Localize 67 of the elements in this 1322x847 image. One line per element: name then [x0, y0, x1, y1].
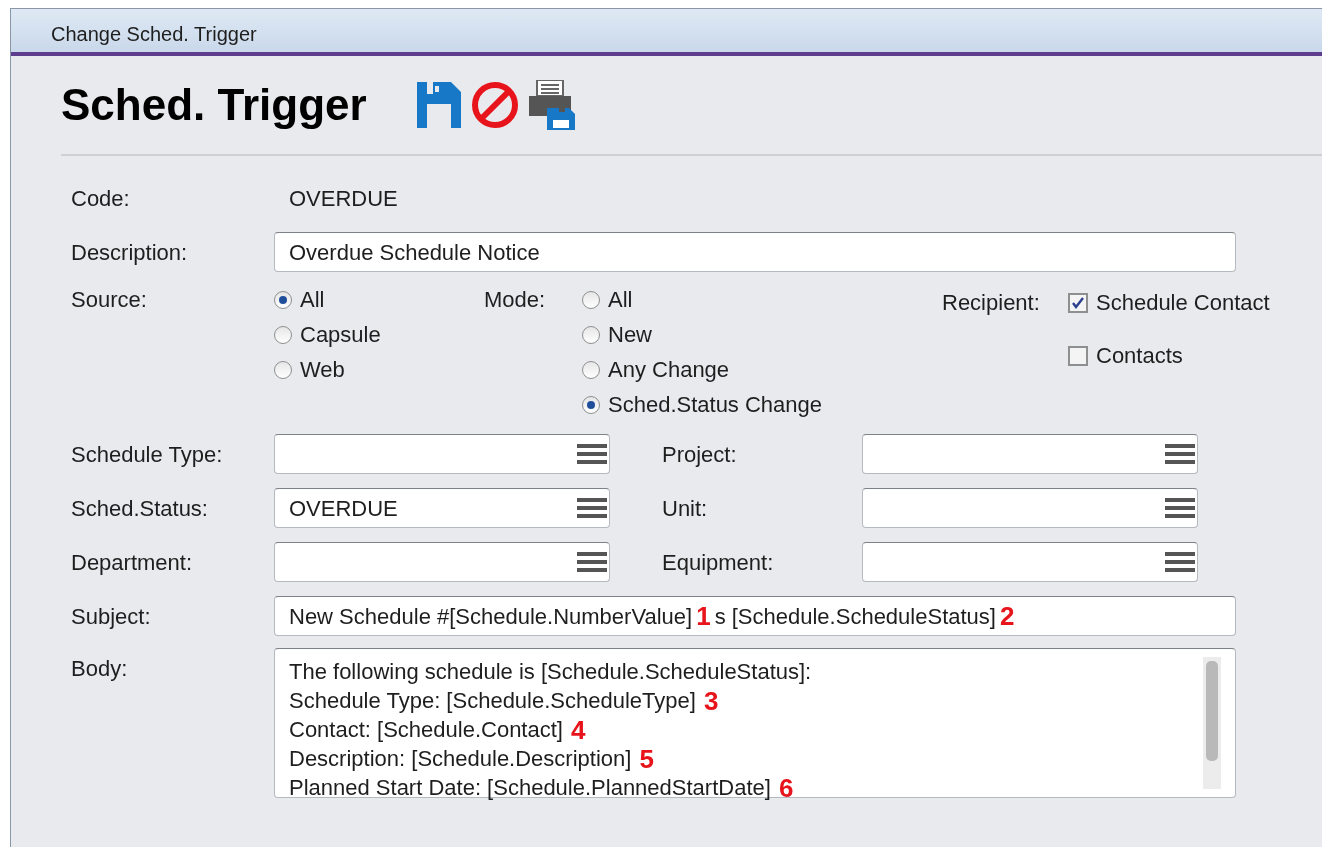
- body-line: Description: [Schedule.Description]: [289, 745, 632, 773]
- option-label: Schedule Contact: [1096, 289, 1270, 317]
- list-icon[interactable]: [1165, 552, 1195, 572]
- body-line: Schedule Type: [Schedule.ScheduleType]: [289, 687, 696, 715]
- field-label: Code:: [70, 184, 131, 213]
- list-icon[interactable]: [577, 444, 607, 464]
- field-label: Source:: [70, 286, 148, 314]
- checkbox[interactable]: [1068, 345, 1088, 366]
- field-value: OVERDUE: [289, 494, 398, 523]
- radio-button[interactable]: [274, 290, 292, 309]
- option-label: New: [608, 321, 652, 349]
- scrollbar-thumb[interactable]: [1206, 661, 1218, 761]
- radio-button[interactable]: [582, 360, 600, 379]
- field-label: Sched.Status:: [70, 494, 209, 523]
- option-label: Any Change: [608, 356, 730, 384]
- lookup-field[interactable]: OVERDUE: [274, 488, 610, 528]
- text-field[interactable]: Overdue Schedule Notice: [274, 232, 1236, 272]
- list-icon[interactable]: [577, 552, 607, 572]
- field-label: Unit:: [661, 494, 709, 523]
- field-label: Mode:: [483, 286, 547, 314]
- option-label: Capsule: [300, 321, 381, 349]
- field-label: Schedule Type:: [70, 440, 224, 469]
- lookup-field[interactable]: [862, 488, 1198, 528]
- field-label: Description:: [70, 238, 189, 267]
- list-icon[interactable]: [1165, 444, 1195, 464]
- radio-button[interactable]: [582, 395, 600, 414]
- annotation-number: 2: [999, 603, 1015, 629]
- radio-button[interactable]: [274, 360, 292, 379]
- option-label: All: [300, 286, 325, 314]
- annotation-number: 4: [570, 716, 586, 743]
- annotation-number: 5: [639, 745, 654, 772]
- option-label: Contacts: [1096, 342, 1183, 370]
- option-label: All: [608, 286, 633, 314]
- list-icon[interactable]: [1165, 498, 1195, 518]
- field-label: Body:: [70, 655, 129, 683]
- text-field[interactable]: New Schedule #[Schedule.NumberValue]1 s [Schedule.ScheduleStatus]2: [274, 596, 1236, 636]
- field-label: Recipient:: [942, 289, 1041, 317]
- lookup-field[interactable]: [862, 542, 1198, 582]
- cancel-icon[interactable]: [470, 81, 519, 129]
- print-to-disk-icon[interactable]: [528, 80, 575, 130]
- option-label: Sched.Status Change: [608, 391, 823, 419]
- body-line: The following schedule is [Schedule.ScheduleStatus]:: [289, 658, 812, 686]
- field-label: Subject:: [70, 602, 152, 631]
- annotation-number: 6: [778, 774, 794, 801]
- window-title: Change Sched. Trigger: [51, 23, 257, 45]
- lookup-field[interactable]: [862, 434, 1198, 474]
- body-line: Contact: [Schedule.Contact]: [289, 716, 563, 744]
- field-value: OVERDUE: [288, 184, 398, 213]
- field-label: Department:: [70, 548, 194, 577]
- lookup-field[interactable]: [274, 542, 610, 582]
- text-area[interactable]: [274, 648, 1236, 798]
- list-icon[interactable]: [577, 498, 607, 518]
- page-title: Sched. Trigger: [61, 79, 367, 131]
- field-text: New Schedule #[Schedule.NumberValue]: [289, 602, 693, 631]
- field-text: s [Schedule.ScheduleStatus]: [714, 602, 996, 631]
- save-icon[interactable]: [416, 82, 461, 128]
- radio-button[interactable]: [582, 325, 600, 344]
- radio-button[interactable]: [582, 290, 600, 309]
- checkbox[interactable]: [1068, 292, 1088, 313]
- field-label: Equipment:: [661, 548, 775, 577]
- lookup-field[interactable]: [274, 434, 610, 474]
- annotation-number: 1: [696, 603, 711, 629]
- radio-button[interactable]: [274, 325, 292, 344]
- field-label: Project:: [661, 440, 738, 469]
- option-label: Web: [300, 356, 345, 384]
- annotation-number: 3: [703, 687, 719, 714]
- body-line: Planned Start Date: [Schedule.PlannedStartDate]: [289, 774, 771, 802]
